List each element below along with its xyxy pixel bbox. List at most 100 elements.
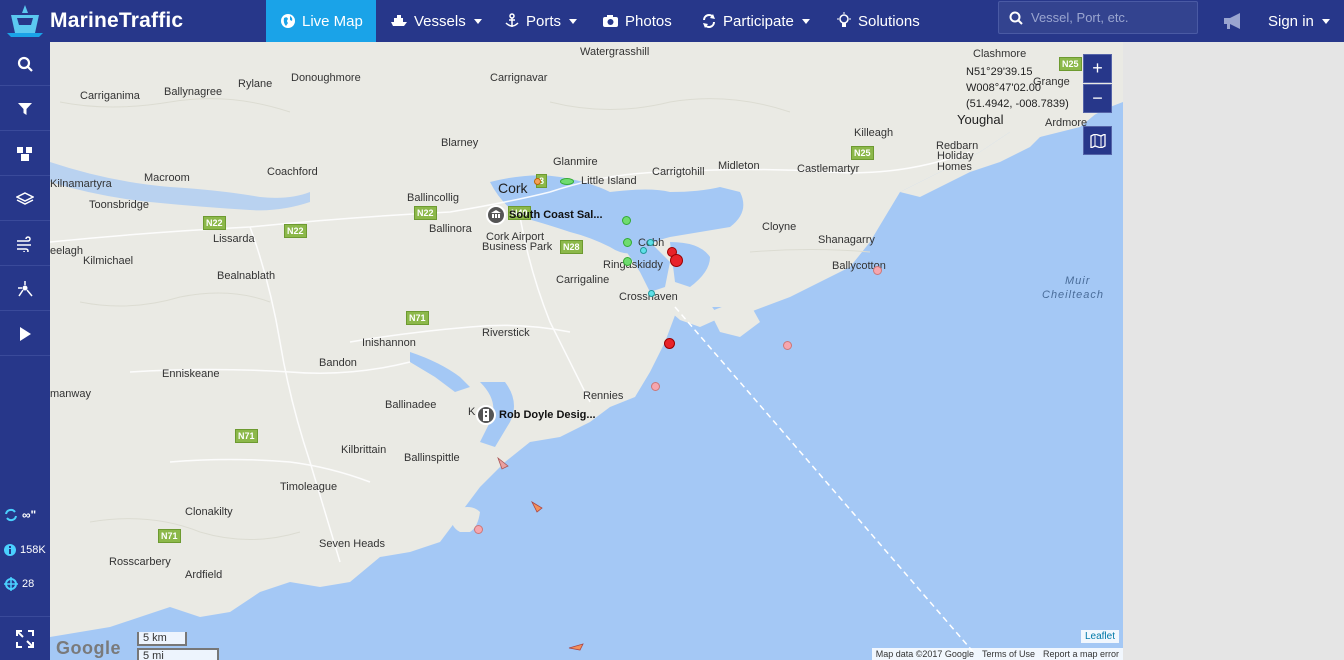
zoom-level-status[interactable]: 28: [4, 577, 34, 591]
nav-solutions[interactable]: Solutions: [836, 0, 920, 42]
sync-value: ∞": [22, 508, 37, 522]
sidebar-filter-button[interactable]: [0, 87, 50, 131]
leaflet-link[interactable]: Leaflet: [1080, 630, 1119, 643]
vessel-count[interactable]: 158K: [4, 544, 46, 556]
vessel-arrow[interactable]: [568, 642, 584, 652]
place-label: Carriganima: [80, 90, 140, 102]
sign-in-button[interactable]: Sign in: [1268, 0, 1330, 42]
vessel-arrow[interactable]: [496, 457, 510, 471]
vessel-marker[interactable]: [664, 338, 675, 349]
place-label: Killeagh: [854, 127, 894, 139]
fleet-icon: [17, 146, 32, 161]
place-label: manway: [50, 388, 91, 400]
vessel-marker[interactable]: [534, 178, 541, 185]
search-icon: [17, 56, 33, 72]
place-label: Enniskeane: [162, 368, 220, 380]
road-shield: N28: [560, 240, 583, 254]
sidebar-measure-button[interactable]: [0, 267, 50, 311]
place-label: Rosscarbery: [109, 556, 171, 568]
zoom-in-button[interactable]: +: [1083, 54, 1112, 83]
map-tools-sidebar: ∞" 158K 28: [0, 42, 50, 660]
place-label: Inishannon: [362, 337, 416, 349]
megaphone-icon: [1224, 13, 1240, 29]
vessel-marker[interactable]: [648, 290, 655, 297]
place-label: Glanmire: [553, 156, 598, 168]
sidebar-layers-button[interactable]: [0, 177, 50, 221]
map-type-button[interactable]: [1083, 126, 1112, 155]
place-label: Business Park: [482, 241, 553, 253]
sidebar-weather-button[interactable]: [0, 222, 50, 266]
terms-link[interactable]: Terms of Use: [982, 649, 1035, 659]
scale-km: 5 km: [137, 632, 187, 646]
chevron-down-icon: [473, 18, 482, 24]
place-label: Little Island: [581, 175, 637, 187]
road-shield: N22: [414, 206, 437, 220]
vessel-marker[interactable]: [623, 238, 632, 247]
nav-vessels[interactable]: Vessels: [390, 0, 482, 42]
live-map[interactable]: Watergrasshill Clashmore Grange Rylane D…: [50, 42, 1123, 660]
expand-icon: [16, 629, 34, 648]
fullscreen-button[interactable]: [0, 616, 50, 660]
nav-live-map-label: Live Map: [302, 12, 363, 30]
vessel-marker[interactable]: [560, 178, 574, 185]
poi-label: Rob Doyle Desig...: [499, 409, 596, 421]
map-land-layer: [50, 42, 1123, 655]
vessel-marker[interactable]: [640, 247, 647, 254]
nav-photos[interactable]: Photos: [602, 0, 672, 42]
place-label: Ballinora: [429, 223, 472, 235]
layers-icon: [16, 191, 34, 205]
vessel-marker[interactable]: [623, 257, 632, 266]
road-shield: N22: [284, 224, 307, 238]
report-error-link[interactable]: Report a map error: [1043, 649, 1119, 659]
place-label: Shanagarry: [818, 234, 875, 246]
search-input[interactable]: [1031, 10, 1191, 25]
poi-south-coast[interactable]: South Coast Sal...: [486, 205, 603, 225]
place-label: Rylane: [238, 78, 273, 90]
nav-ports[interactable]: Ports: [504, 0, 578, 42]
sync-status[interactable]: ∞": [4, 508, 36, 522]
nav-vessels-label: Vessels: [414, 12, 466, 30]
vessel-marker[interactable]: [474, 525, 483, 534]
place-label: Castlemartyr: [797, 163, 860, 175]
place-label: Macroom: [144, 172, 190, 184]
brand-logo[interactable]: MarineTraffic: [0, 0, 200, 42]
announcements-button[interactable]: [1222, 0, 1244, 42]
place-label: Homes: [937, 161, 972, 173]
nav-photos-label: Photos: [625, 12, 672, 30]
place-label: Ballynagree: [164, 86, 223, 98]
road-shield: N22: [203, 216, 226, 230]
map-icon: [1089, 133, 1106, 148]
vessel-marker[interactable]: [670, 254, 683, 267]
vessel-marker[interactable]: [873, 266, 882, 275]
nav-participate[interactable]: Participate: [701, 0, 810, 42]
vessel-marker[interactable]: [651, 382, 660, 391]
place-label: Kilmichael: [83, 255, 134, 267]
place-label: Coachford: [267, 166, 318, 178]
longitude: W008°47'02.00: [966, 82, 1041, 94]
play-icon: [20, 326, 31, 341]
sign-in-label: Sign in: [1268, 12, 1314, 30]
top-navigation-bar: MarineTraffic Live Map Vessels Ports Pho…: [0, 0, 1344, 42]
vessel-marker[interactable]: [622, 216, 631, 225]
place-label: Seven Heads: [319, 538, 386, 550]
sidebar-fleet-button[interactable]: [0, 132, 50, 176]
nav-solutions-label: Solutions: [858, 12, 920, 30]
place-label: Blarney: [441, 137, 479, 149]
sidebar-search-button[interactable]: [0, 42, 50, 86]
road-shield: N71: [158, 529, 181, 543]
place-label: K: [468, 406, 476, 418]
vessel-marker[interactable]: [783, 341, 792, 350]
road-shield: N25: [851, 146, 874, 160]
vessel-marker[interactable]: [647, 239, 654, 246]
place-label: Clashmore: [973, 48, 1027, 60]
place-label: Riverstick: [482, 327, 530, 339]
vessel-arrow[interactable]: [530, 500, 544, 514]
place-label: Clonakilty: [185, 506, 233, 518]
sidebar-playback-button[interactable]: [0, 312, 50, 356]
place-label: Ardmore: [1045, 117, 1088, 129]
place-label: Cloyne: [762, 221, 797, 233]
nav-live-map[interactable]: Live Map: [266, 0, 376, 42]
zoom-level-value: 28: [22, 578, 35, 590]
zoom-out-button[interactable]: −: [1083, 84, 1112, 113]
poi-rob-doyle[interactable]: Rob Doyle Desig...: [476, 405, 596, 425]
